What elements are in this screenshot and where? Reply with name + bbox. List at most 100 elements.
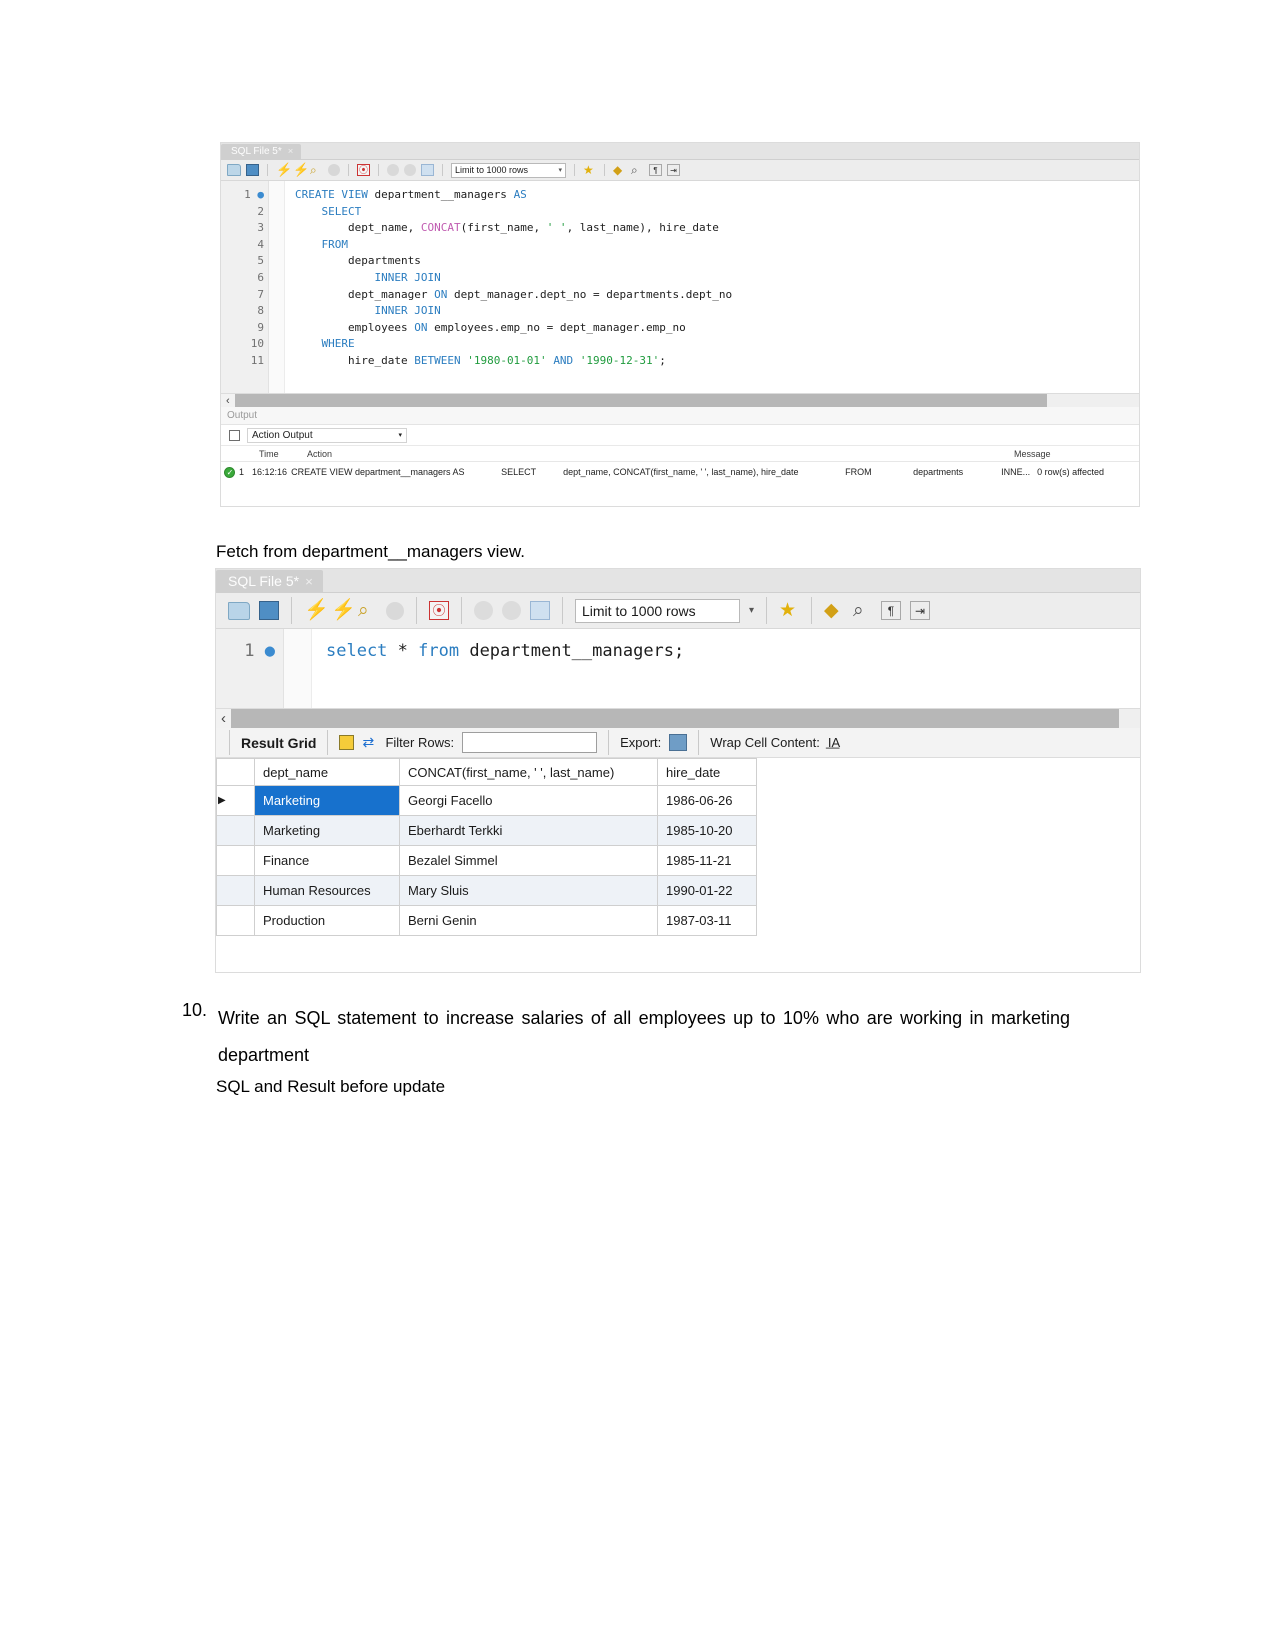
beautify-icon[interactable]: ★	[583, 164, 596, 176]
toggle-invisible-chars-icon[interactable]: ¶	[649, 164, 662, 176]
limit-rows-select[interactable]: Limit to 1000 rows ▾	[451, 162, 566, 178]
table-row[interactable]: Marketing Eberhardt Terkki 1985-10-20	[216, 815, 757, 846]
toggle-invisible-chars-icon[interactable]: ¶	[881, 601, 902, 620]
wrap-lines-icon[interactable]: ⇥	[910, 601, 931, 620]
sql-code-editor-one[interactable]: 1 ● 2 3 4 5 6 7 8 9 10 11 CREATE VIEW dep…	[221, 181, 1139, 393]
wrap-cell-icon[interactable]: I̲A̲	[828, 735, 844, 751]
code-line[interactable]: WHERE	[295, 336, 1139, 353]
scroll-left-arrow-icon[interactable]: ‹	[221, 395, 235, 407]
output-log-row[interactable]: ✓ 1 16:12:16 CREATE VIEW department__man…	[221, 462, 1139, 482]
execute-current-statement-icon[interactable]: ⚡	[293, 163, 309, 177]
execute-icon[interactable]: ⚡	[276, 163, 292, 177]
table-cell[interactable]: Bezalel Simmel	[399, 845, 658, 876]
chevron-down-icon[interactable]: ▾	[558, 166, 562, 174]
autocommit-icon[interactable]	[530, 601, 550, 620]
stop-icon[interactable]	[386, 601, 404, 620]
wrap-lines-icon[interactable]: ⇥	[667, 164, 680, 176]
open-file-icon[interactable]	[227, 164, 241, 176]
table-row[interactable]: ▶ Marketing Georgi Facello 1986-06-26	[216, 785, 757, 816]
toggle-stop-on-error-icon[interactable]: ⦿	[429, 601, 449, 620]
table-cell[interactable]: 1985-11-21	[657, 845, 757, 876]
execute-icon[interactable]: ⚡	[304, 600, 329, 621]
scroll-left-arrow-icon[interactable]: ‹	[216, 710, 231, 727]
scrollbar-track[interactable]	[1119, 709, 1140, 728]
table-cell[interactable]: 1990-01-22	[657, 875, 757, 906]
chevron-down-icon[interactable]: ▾	[398, 431, 402, 439]
code-line[interactable]: dept_name, CONCAT(first_name, ' ', last_…	[295, 220, 1139, 237]
code-line[interactable]: INNER JOIN	[295, 303, 1139, 320]
rollback-icon[interactable]	[502, 601, 521, 620]
limit-rows-select[interactable]: Limit to 1000 rows	[575, 598, 740, 623]
table-cell[interactable]: Finance	[254, 845, 400, 876]
chevron-down-icon[interactable]: ▾	[749, 605, 754, 616]
find-icon[interactable]: ◆	[613, 164, 626, 176]
explain-icon[interactable]: ⌕	[310, 164, 323, 176]
result-grid-table[interactable]: dept_name CONCAT(first_name, ' ', last_n…	[216, 758, 757, 936]
close-icon[interactable]: ×	[305, 574, 313, 589]
table-row[interactable]: Finance Bezalel Simmel 1985-11-21	[216, 845, 757, 876]
search-icon[interactable]: ⌕	[631, 164, 644, 176]
code-line[interactable]: departments	[295, 253, 1139, 270]
sql-code-editor-two[interactable]: 1 ● select * from department__managers;	[216, 629, 1140, 708]
row-marker[interactable]	[216, 905, 255, 936]
table-cell[interactable]: Mary Sluis	[399, 875, 658, 906]
code-line[interactable]: employees ON employees.emp_no = dept_man…	[295, 320, 1139, 337]
stop-icon[interactable]	[328, 164, 340, 176]
filter-rows-input[interactable]	[462, 732, 598, 753]
commit-icon[interactable]	[474, 601, 493, 620]
row-marker[interactable]	[216, 845, 255, 876]
row-marker[interactable]	[216, 875, 255, 906]
table-cell[interactable]: 1986-06-26	[657, 785, 757, 816]
save-file-icon[interactable]	[246, 164, 259, 176]
table-cell[interactable]: 1985-10-20	[657, 815, 757, 846]
code-line[interactable]: FROM	[295, 237, 1139, 254]
table-row[interactable]: Production Berni Genin 1987-03-11	[216, 905, 757, 936]
row-marker[interactable]: ▶	[216, 785, 255, 816]
code-line[interactable]: dept_manager ON dept_manager.dept_no = d…	[295, 287, 1139, 304]
code-line[interactable]: hire_date BETWEEN '1980-01-01' AND '1990…	[295, 353, 1139, 370]
toggle-stop-on-error-icon[interactable]: ⦿	[357, 164, 370, 176]
find-icon[interactable]: ◆	[824, 601, 844, 620]
table-cell[interactable]: Georgi Facello	[399, 785, 658, 816]
col-header-concat-name[interactable]: CONCAT(first_name, ' ', last_name)	[399, 758, 658, 786]
table-cell[interactable]: 1987-03-11	[657, 905, 757, 936]
autocommit-icon[interactable]	[421, 164, 434, 176]
scrollbar-track[interactable]	[1046, 394, 1139, 407]
open-file-icon[interactable]	[228, 601, 250, 620]
editor-horizontal-scrollbar-one[interactable]: ‹	[221, 393, 1139, 407]
scrollbar-thumb[interactable]	[231, 709, 1119, 728]
editor-horizontal-scrollbar-two[interactable]: ‹	[216, 708, 1140, 728]
row-marker[interactable]	[216, 815, 255, 846]
table-row[interactable]: Human Resources Mary Sluis 1990-01-22	[216, 875, 757, 906]
explain-icon[interactable]: ⌕	[358, 601, 377, 620]
output-type-select[interactable]: Action Output ▾	[247, 427, 407, 443]
breakpoint-icon[interactable]: ●	[265, 641, 275, 661]
refresh-icon[interactable]: ⇄	[362, 735, 377, 750]
scrollbar-thumb[interactable]	[234, 394, 1047, 407]
table-cell[interactable]: Eberhardt Terkki	[399, 815, 658, 846]
col-header-dept-name[interactable]: dept_name	[254, 758, 400, 786]
table-cell[interactable]: Production	[254, 905, 400, 936]
sql-code-text[interactable]: select * from department__managers;	[312, 629, 1140, 708]
export-icon[interactable]	[669, 734, 688, 751]
tab-sql-file-5[interactable]: SQL File 5* ×	[221, 144, 302, 159]
sql-code-text[interactable]: CREATE VIEW department__managers AS SELE…	[285, 181, 1139, 393]
table-cell[interactable]: Marketing	[254, 785, 400, 816]
execute-current-statement-icon[interactable]: ⚡	[331, 600, 356, 621]
table-cell[interactable]: Marketing	[254, 815, 400, 846]
code-line[interactable]: SELECT	[295, 204, 1139, 221]
close-icon[interactable]: ×	[288, 146, 294, 157]
search-icon[interactable]: ⌕	[853, 601, 872, 620]
breakpoint-icon[interactable]: ●	[257, 188, 264, 201]
code-line[interactable]: select * from department__managers;	[326, 639, 1140, 663]
save-file-icon[interactable]	[259, 601, 279, 620]
grid-view-icon[interactable]	[339, 735, 355, 750]
commit-icon[interactable]	[387, 164, 399, 176]
col-header-hire-date[interactable]: hire_date	[657, 758, 757, 786]
code-line[interactable]: CREATE VIEW department__managers AS	[295, 187, 1139, 204]
table-cell[interactable]: Berni Genin	[399, 905, 658, 936]
table-cell[interactable]: Human Resources	[254, 875, 400, 906]
beautify-icon[interactable]: ★	[779, 601, 799, 620]
code-line[interactable]: INNER JOIN	[295, 270, 1139, 287]
tab-sql-file-5[interactable]: SQL File 5* ×	[216, 570, 323, 592]
